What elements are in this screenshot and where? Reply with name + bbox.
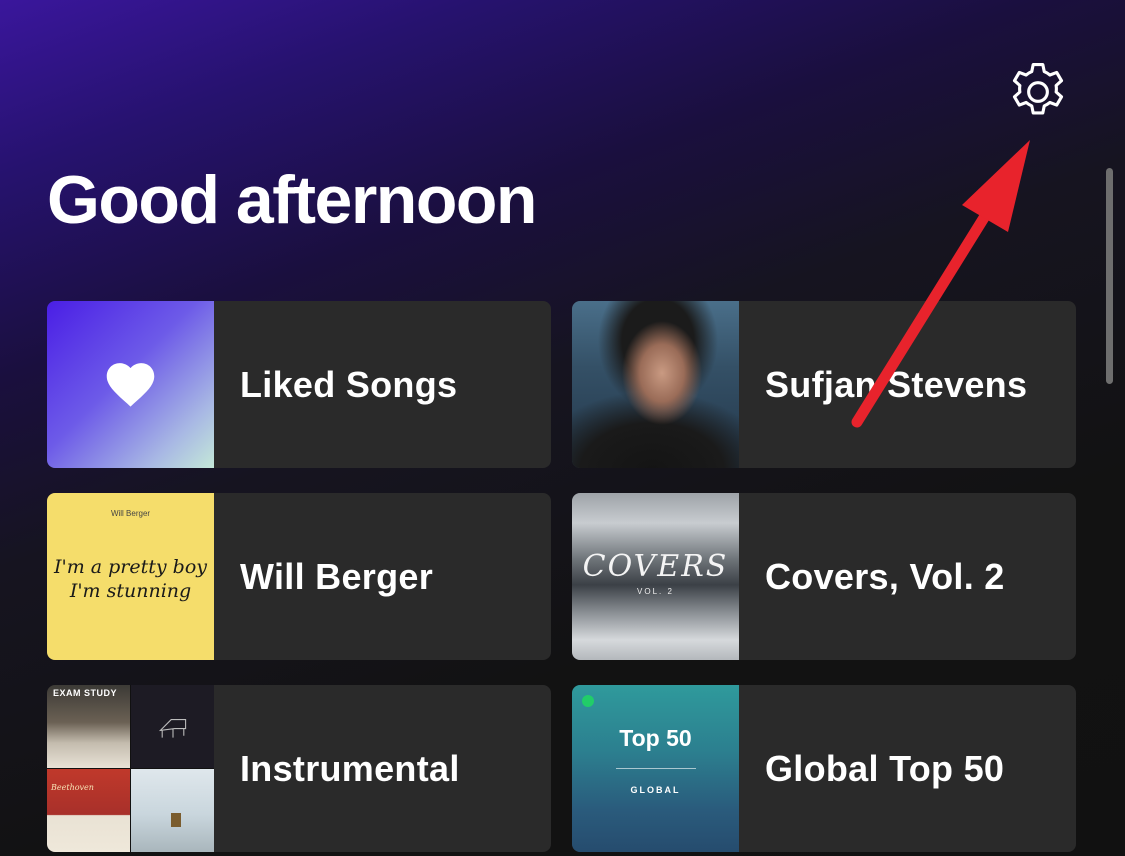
spotify-logo-icon — [582, 695, 594, 707]
playlist-cover: Top 50 GLOBAL — [572, 685, 739, 852]
mosaic-tile — [131, 685, 214, 768]
cover-line-1: I'm a pretty boy — [53, 556, 208, 578]
cover-subtitle-text: VOL. 2 — [637, 587, 674, 596]
shortcut-card-instrumental[interactable]: EXAM STUDY Beethoven Instrumental — [47, 685, 551, 852]
cover-divider — [616, 768, 696, 769]
piano-icon — [158, 719, 187, 738]
liked-songs-cover — [47, 301, 214, 468]
card-title: Liked Songs — [240, 363, 458, 405]
mosaic-tile: EXAM STUDY — [47, 685, 130, 768]
tile-label: EXAM STUDY — [53, 688, 118, 698]
shortcut-card-global-top-50[interactable]: Top 50 GLOBAL Global Top 50 — [572, 685, 1076, 852]
cover-script-text: I'm a pretty boy I'm stunning — [47, 555, 214, 603]
cover-artist-text: Will Berger — [110, 509, 151, 518]
tile-label: Beethoven — [51, 783, 94, 792]
cover-line-2: I'm stunning — [69, 580, 192, 602]
card-title: Instrumental — [240, 747, 460, 789]
card-title: Covers, Vol. 2 — [765, 555, 1005, 597]
settings-gear-icon[interactable] — [1004, 58, 1072, 126]
scrollbar[interactable] — [1106, 168, 1113, 384]
artist-photo — [572, 301, 739, 468]
card-title: Will Berger — [240, 555, 434, 597]
album-cover: Will Berger I'm a pretty boy I'm stunnin… — [47, 493, 214, 660]
mosaic-tile: Beethoven — [47, 769, 130, 852]
playlist-mosaic-cover: EXAM STUDY Beethoven — [47, 685, 214, 852]
card-title: Sufjan Stevens — [765, 363, 1028, 405]
cover-title-text: Top 50 — [619, 725, 692, 751]
home-screen: Good afternoon Liked Songs Sufjan Steven… — [0, 0, 1125, 856]
shortcut-card-covers-vol-2[interactable]: COVERS VOL. 2 Covers, Vol. 2 — [572, 493, 1076, 660]
heart-icon — [106, 363, 155, 407]
shortcut-card-liked-songs[interactable]: Liked Songs — [47, 301, 551, 468]
cover-subtitle-text: GLOBAL — [630, 785, 681, 795]
shortcut-card-sufjan-stevens[interactable]: Sufjan Stevens — [572, 301, 1076, 468]
shortcut-card-will-berger[interactable]: Will Berger I'm a pretty boy I'm stunnin… — [47, 493, 551, 660]
album-cover: COVERS VOL. 2 — [572, 493, 739, 660]
card-title: Global Top 50 — [765, 747, 1005, 789]
cover-title-text: COVERS — [582, 549, 729, 584]
page-title: Good afternoon — [47, 162, 537, 238]
mosaic-tile — [131, 769, 214, 852]
